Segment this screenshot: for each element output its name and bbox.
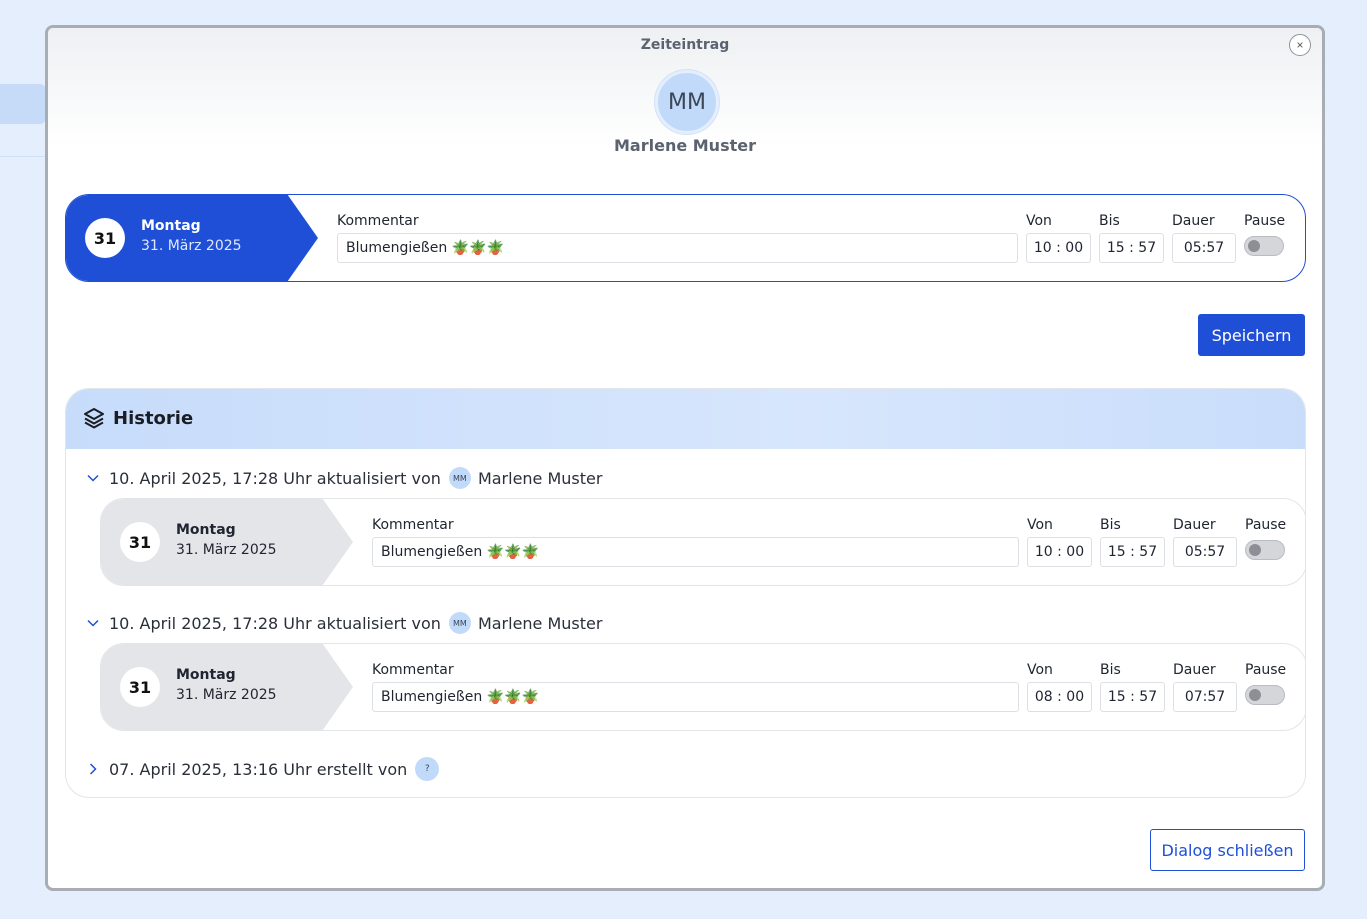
from-label: Von: [1026, 213, 1052, 229]
comment-field: Blumengießen 🪴🪴🪴: [372, 682, 1019, 712]
toggle-knob: [1248, 240, 1260, 252]
chevron-down-icon: [87, 619, 99, 627]
to-field: 15 : 57: [1100, 537, 1165, 567]
time-entry-dialog: Zeiteintrag × MM Marlene Muster 31 Monta…: [45, 25, 1325, 891]
history-title: Historie: [113, 408, 194, 429]
date-tab: 31 Montag 31. März 2025: [66, 195, 318, 281]
from-label: Von: [1027, 662, 1053, 678]
comment-input[interactable]: Blumengießen 🪴🪴🪴: [337, 233, 1018, 263]
history-entry-row: 31 Montag 31. März 2025 Kommentar Blumen…: [100, 643, 1305, 731]
pause-label: Pause: [1244, 213, 1286, 229]
duration-label: Dauer: [1173, 662, 1216, 678]
dialog-title: Zeiteintrag: [640, 37, 730, 53]
history-entry-row: 31 Montag 31. März 2025 Kommentar Blumen…: [100, 498, 1305, 586]
day-number: 31: [85, 218, 125, 258]
pause-toggle[interactable]: [1244, 236, 1284, 256]
date-tab: 31 Montag 31. März 2025: [101, 644, 353, 730]
weekday: Montag: [141, 218, 201, 234]
date-text: 31. März 2025: [176, 687, 277, 703]
close-icon[interactable]: ×: [1289, 34, 1311, 56]
duration-label: Dauer: [1173, 517, 1216, 533]
from-field: 08 : 00: [1027, 682, 1092, 712]
close-dialog-button[interactable]: Dialog schließen: [1150, 829, 1305, 871]
history-item-user: Marlene Muster: [477, 613, 603, 633]
time-entry-row: 31 Montag 31. März 2025 Kommentar Blumen…: [65, 194, 1306, 282]
user-name: Marlene Muster: [614, 136, 756, 155]
date-text: 31. März 2025: [141, 238, 242, 254]
background-nav-highlight: [0, 84, 46, 124]
from-input[interactable]: 10 : 00: [1026, 233, 1091, 263]
comment-label: Kommentar: [372, 517, 454, 533]
avatar: MM: [655, 70, 719, 134]
from-field: 10 : 00: [1027, 537, 1092, 567]
pause-label: Pause: [1245, 662, 1287, 678]
comment-field: Blumengießen 🪴🪴🪴: [372, 537, 1019, 567]
to-field: 15 : 57: [1100, 682, 1165, 712]
duration-input[interactable]: 05:57: [1172, 233, 1236, 263]
day-number: 31: [120, 667, 160, 707]
duration-label: Dauer: [1172, 213, 1215, 229]
history-item-header[interactable]: 10. April 2025, 17:28 Uhr aktualisiert v…: [86, 467, 602, 489]
to-input[interactable]: 15 : 57: [1099, 233, 1164, 263]
history-item-user: Marlene Muster: [477, 468, 603, 488]
save-button[interactable]: Speichern: [1198, 314, 1305, 356]
weekday: Montag: [176, 522, 236, 538]
to-label: Bis: [1100, 662, 1121, 678]
avatar: MM: [448, 467, 471, 489]
comment-label: Kommentar: [337, 213, 419, 229]
history-header: Historie: [66, 389, 1305, 449]
layers-icon: [84, 408, 104, 429]
chevron-right-icon: [89, 763, 97, 775]
date-tab: 31 Montag 31. März 2025: [101, 499, 353, 585]
history-item-header[interactable]: 07. April 2025, 13:16 Uhr erstellt von ?: [86, 757, 440, 781]
duration-field: 07:57: [1173, 682, 1237, 712]
comment-label: Kommentar: [372, 662, 454, 678]
toggle-knob: [1249, 689, 1261, 701]
from-label: Von: [1027, 517, 1053, 533]
toggle-knob: [1249, 544, 1261, 556]
to-label: Bis: [1099, 213, 1120, 229]
duration-field: 05:57: [1173, 537, 1237, 567]
pause-toggle: [1245, 540, 1285, 560]
history-item-text: 07. April 2025, 13:16 Uhr erstellt von: [109, 759, 408, 779]
history-panel: Historie 10. April 2025, 17:28 Uhr aktua…: [65, 388, 1306, 798]
history-item-header[interactable]: 10. April 2025, 17:28 Uhr aktualisiert v…: [86, 612, 602, 634]
avatar: ?: [415, 757, 440, 781]
day-number: 31: [120, 522, 160, 562]
to-label: Bis: [1100, 517, 1121, 533]
history-item-text: 10. April 2025, 17:28 Uhr aktualisiert v…: [109, 613, 441, 633]
date-text: 31. März 2025: [176, 542, 277, 558]
pause-label: Pause: [1245, 517, 1287, 533]
pause-toggle: [1245, 685, 1285, 705]
history-item-text: 10. April 2025, 17:28 Uhr aktualisiert v…: [109, 468, 441, 488]
weekday: Montag: [176, 667, 236, 683]
chevron-down-icon: [87, 474, 99, 482]
avatar: MM: [448, 612, 471, 634]
background-divider: [0, 156, 46, 157]
